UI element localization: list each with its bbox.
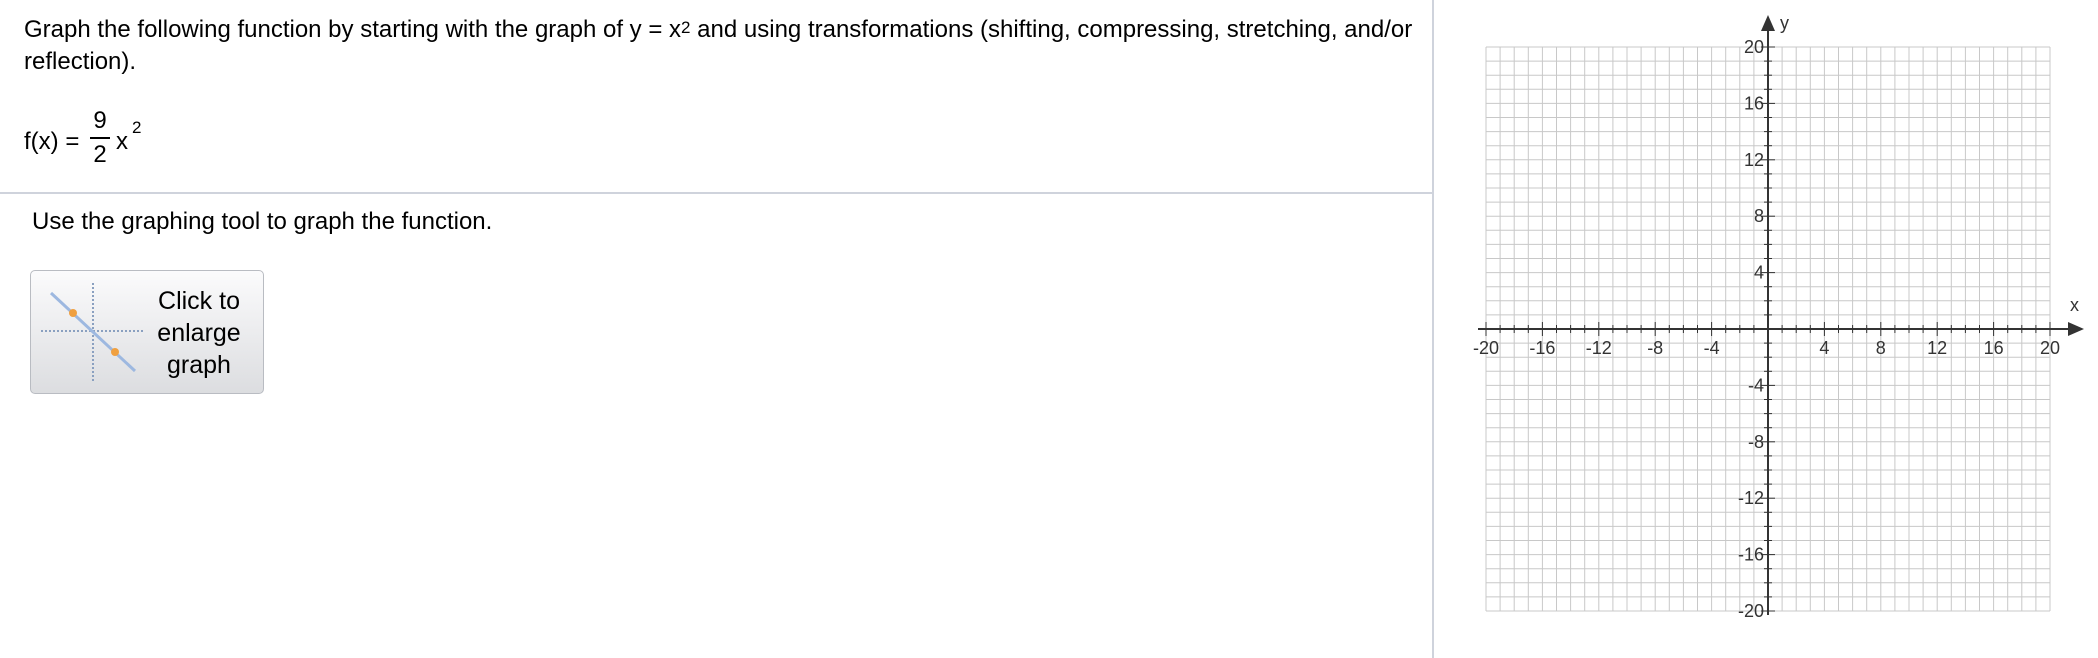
x-axis-arrow-icon (2068, 322, 2084, 336)
section-divider (0, 192, 1432, 194)
x-tick-label: 12 (1927, 338, 1947, 358)
graph-panel: -20 -16 -12 -8 -4 4 8 12 16 20 20 16 12 8 4 -4 -8 -12 -16… (1434, 0, 2098, 658)
x-tick-label: 16 (1984, 338, 2004, 358)
fraction-denominator: 2 (93, 141, 107, 168)
coordinate-grid[interactable]: -20 -16 -12 -8 -4 4 8 12 16 20 20 16 12 8 4 -4 -8 -12 -16… (1434, 0, 2098, 658)
x-tick-label: 8 (1876, 338, 1886, 358)
instruction-text: Use the graphing tool to graph the funct… (32, 208, 493, 235)
y-tick-label: 8 (1754, 206, 1764, 226)
y-tick-label: -12 (1738, 488, 1764, 508)
enlarge-graph-label: Click to enlarge graph (157, 287, 241, 379)
question-text-before: Graph the following function by starting… (24, 16, 682, 43)
graph-thumbnail-icon (41, 283, 145, 383)
x-tick-label: 4 (1819, 338, 1829, 358)
function-exponent: 2 (132, 118, 142, 137)
fraction-numerator: 9 (93, 107, 107, 134)
x-axis-label: x (2070, 295, 2079, 315)
x-tick-label: 20 (2040, 338, 2060, 358)
x-tick-label: -8 (1647, 338, 1663, 358)
function-fraction: 9 2 (88, 106, 112, 170)
x-tick-label: -16 (1529, 338, 1555, 358)
function-variable: x (116, 128, 128, 155)
x-tick-label: -12 (1586, 338, 1612, 358)
x-tick-label: -4 (1704, 338, 1720, 358)
enlarge-graph-button[interactable]: Click to enlarge graph (30, 270, 264, 394)
x-tick-label: -20 (1473, 338, 1499, 358)
y-tick-label: 12 (1744, 150, 1764, 170)
function-lhs: f(x) = (24, 128, 80, 155)
y-tick-label: 16 (1744, 93, 1764, 113)
y-tick-label: 4 (1754, 263, 1764, 283)
x-tick-labels: -20 -16 -12 -8 -4 4 8 12 16 20 (1473, 338, 2060, 358)
y-tick-label: -16 (1738, 545, 1764, 565)
question-text: Graph the following function by starting… (24, 14, 1414, 78)
y-axis-arrow-icon (1761, 15, 1775, 31)
y-tick-label: -8 (1748, 432, 1764, 452)
y-tick-label: -20 (1738, 601, 1764, 621)
y-axis-label: y (1780, 13, 1789, 33)
fraction-bar (90, 137, 110, 139)
question-panel: Graph the following function by starting… (0, 0, 1432, 658)
y-tick-label: 20 (1744, 37, 1764, 57)
question-exponent: 2 (681, 18, 691, 37)
y-tick-label: -4 (1748, 375, 1764, 395)
